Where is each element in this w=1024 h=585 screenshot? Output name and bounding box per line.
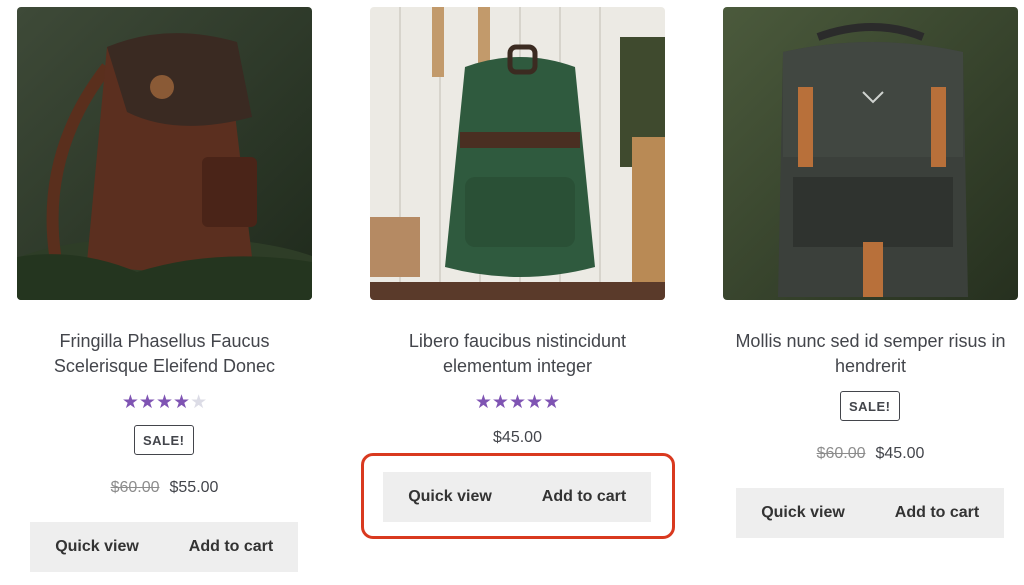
backpack-image-icon — [370, 7, 665, 300]
product-title-line[interactable]: Libero faucibus nistincidunt — [345, 329, 690, 354]
price: $45.00 — [370, 429, 665, 447]
product-image[interactable] — [723, 7, 1018, 300]
star-icon: ★ — [173, 392, 191, 413]
star-icon: ★ — [526, 392, 544, 413]
star-icon: ★ — [121, 392, 139, 413]
product-title[interactable]: Mollis nunc sed id semper risus in hendr… — [698, 329, 1024, 379]
highlight-box — [361, 453, 675, 539]
price-old: $60.00 — [816, 445, 866, 462]
sale-badge: SALE! — [840, 391, 900, 421]
star-rating: ★★★★★ — [370, 392, 665, 414]
star-empty-icon: ★ — [190, 392, 208, 413]
add-to-cart-button[interactable]: Add to cart — [164, 522, 298, 572]
price-current: $45.00 — [493, 429, 542, 446]
backpack-image-icon — [17, 7, 312, 300]
product-title-line[interactable]: Fringilla Phasellus Faucus — [0, 329, 337, 354]
star-icon: ★ — [155, 392, 174, 413]
sale-badge: SALE! — [134, 425, 194, 455]
quick-view-button[interactable]: Quick view — [736, 488, 870, 538]
product-title-line[interactable]: Mollis nunc sed id semper risus in — [698, 329, 1024, 354]
product-title-line[interactable]: hendrerit — [698, 354, 1024, 379]
product-title-line[interactable]: elementum integer — [345, 354, 690, 379]
price-old: $60.00 — [110, 479, 160, 496]
price: $60.00 $55.00 — [17, 479, 312, 497]
star-icon: ★ — [508, 392, 527, 413]
add-to-cart-button[interactable]: Add to cart — [870, 488, 1004, 538]
product-image[interactable] — [17, 7, 312, 300]
star-icon: ★ — [138, 392, 156, 413]
product-actions: Quick view Add to cart — [736, 488, 1004, 538]
backpack-image-icon — [723, 7, 1018, 300]
product-title[interactable]: Libero faucibus nistincidunt elementum i… — [345, 329, 690, 379]
product-image[interactable] — [370, 7, 665, 300]
star-rating: ★★★★★ — [17, 392, 312, 414]
star-icon: ★ — [543, 392, 561, 413]
product-actions: Quick view Add to cart — [30, 522, 298, 572]
price-current: $55.00 — [169, 479, 219, 496]
price-current: $45.00 — [875, 445, 925, 462]
price: $60.00 $45.00 — [723, 445, 1018, 463]
quick-view-button[interactable]: Quick view — [30, 522, 164, 572]
product-title-line[interactable]: Scelerisque Eleifend Donec — [0, 354, 337, 379]
product-title[interactable]: Fringilla Phasellus Faucus Scelerisque E… — [0, 329, 337, 379]
star-icon: ★ — [491, 392, 509, 413]
star-icon: ★ — [474, 392, 492, 413]
